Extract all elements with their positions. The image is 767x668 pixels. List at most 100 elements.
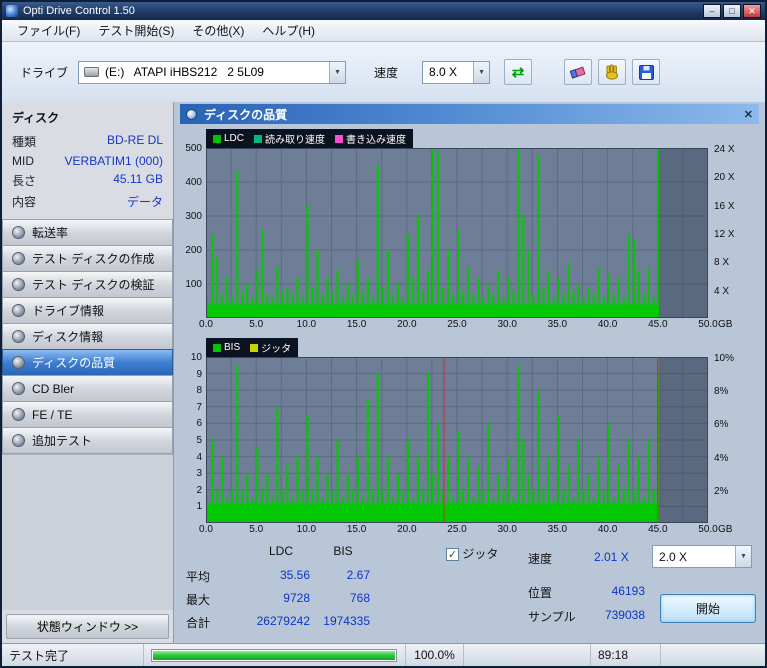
position-label: 位置	[528, 584, 552, 601]
axis-tick-label: 15.0	[342, 524, 372, 535]
panel-close-icon[interactable]: ✕	[744, 108, 753, 121]
axis-tick-label: 500	[185, 143, 202, 154]
disc-length-label: 長さ	[12, 172, 36, 189]
max-bis-value: 768	[316, 591, 370, 605]
jitter-swatch	[250, 344, 258, 352]
start-button[interactable]: 開始	[660, 594, 756, 623]
speed-label: 速度	[374, 64, 398, 81]
total-bis-value: 1974335	[314, 614, 370, 628]
drive-icon	[84, 67, 99, 77]
axis-tick-label: 8%	[714, 386, 728, 397]
axis-tick-label: 20 X	[714, 172, 735, 183]
chevron-down-icon[interactable]: ▼	[735, 546, 751, 567]
sidebar-item-fe-te[interactable]: FE / TE	[2, 401, 173, 428]
sidebar-item-verify-test-disc[interactable]: テスト ディスクの検証	[2, 271, 173, 298]
sidebar: ディスク 種類 BD-RE DL MID VERBATIM1 (000) 長さ …	[2, 102, 174, 643]
hand-icon	[604, 64, 620, 80]
disc-icon	[12, 226, 25, 239]
avg-ldc-value: 35.56	[252, 568, 310, 582]
progress-section	[144, 644, 406, 666]
disc-icon	[12, 278, 25, 291]
disc-content-value: データ	[127, 193, 163, 210]
axis-tick-label: 45.0	[643, 319, 673, 330]
sample-value: 739038	[565, 608, 645, 622]
axis-tick-label: 5	[196, 435, 202, 446]
axis-tick-label: 20.0	[392, 524, 422, 535]
axis-tick-label: 400	[185, 177, 202, 188]
test-speed-value: 2.01 X	[594, 550, 629, 564]
status-bar: テスト完了 100.0% 89:18	[2, 643, 765, 666]
axis-tick-label: 4 X	[714, 286, 729, 297]
main-panel: ディスクの品質 ✕ LDC 読み取り速度 書き込み速度 500400300200…	[174, 102, 765, 643]
chevron-down-icon[interactable]: ▼	[473, 62, 489, 83]
axis-tick-label: 0.0	[191, 524, 221, 535]
refresh-icon: ⇄	[512, 63, 525, 81]
axis-tick-label: 45.0	[643, 524, 673, 535]
progress-bar	[151, 649, 397, 662]
save-button[interactable]	[632, 59, 660, 85]
axis-tick-label: 30.0	[492, 319, 522, 330]
sidebar-item-transfer-rate[interactable]: 転送率	[2, 219, 173, 246]
max-ldc-value: 9728	[252, 591, 310, 605]
speed-select-value: 8.0 X	[423, 65, 473, 79]
test-speed-select[interactable]: 2.0 X ▼	[652, 545, 752, 568]
disc-content-label: 内容	[12, 193, 36, 210]
chevron-down-icon[interactable]: ▼	[329, 62, 345, 83]
test-speed-select-value: 2.0 X	[653, 550, 735, 564]
axis-unit-label: GB	[718, 524, 742, 535]
read-speed-swatch	[254, 135, 262, 143]
menu-help[interactable]: ヘルプ(H)	[253, 20, 324, 41]
sidebar-item-disc-quality[interactable]: ディスクの品質	[2, 349, 173, 376]
axis-tick-label: 3	[196, 468, 202, 479]
drive-select-value: (E:) ATAPI iHBS212 2 5L09	[99, 65, 329, 79]
axis-tick-label: 2%	[714, 486, 728, 497]
disc-icon	[12, 304, 25, 317]
close-button[interactable]: ✕	[743, 4, 761, 18]
disc-length-value: 45.11 GB	[113, 172, 163, 189]
refresh-button[interactable]: ⇄	[504, 59, 532, 85]
axis-tick-label: 10%	[714, 353, 734, 364]
avg-bis-value: 2.67	[316, 568, 370, 582]
jitter-checkbox[interactable]: ✓	[446, 548, 459, 561]
axis-tick-label: 8 X	[714, 257, 729, 268]
disc-mid-label: MID	[12, 154, 34, 168]
axis-tick-label: 24 X	[714, 144, 735, 155]
window-title: Opti Drive Control 1.50	[23, 5, 135, 17]
bis-chart: BIS ジッタ 10987654321 10%8%6%4%2% 0.05.010…	[180, 338, 759, 538]
erase-button[interactable]	[564, 59, 592, 85]
axis-tick-label: 0.0	[191, 319, 221, 330]
status-window-button[interactable]: 状態ウィンドウ >>	[6, 614, 169, 639]
save-icon	[639, 65, 654, 80]
minimize-button[interactable]: –	[703, 4, 721, 18]
axis-tick-label: 8	[196, 385, 202, 396]
sidebar-filler	[2, 454, 173, 610]
axis-tick-label: 15.0	[342, 319, 372, 330]
disc-icon	[12, 356, 25, 369]
sidebar-item-extra-tests[interactable]: 追加テスト	[2, 427, 173, 454]
test-speed-label: 速度	[528, 550, 552, 567]
bis-left-axis: 10987654321	[180, 357, 204, 523]
bis-x-axis: 0.05.010.015.020.025.030.035.040.045.050…	[206, 523, 765, 538]
axis-tick-label: 10.0	[291, 319, 321, 330]
speed-select[interactable]: 8.0 X ▼	[422, 61, 490, 84]
sidebar-item-drive-info[interactable]: ドライブ情報	[2, 297, 173, 324]
sidebar-item-cd-bler[interactable]: CD Bler	[2, 375, 173, 402]
disc-type-value: BD-RE DL	[107, 133, 163, 150]
status-text: テスト完了	[2, 644, 144, 666]
drive-select[interactable]: (E:) ATAPI iHBS212 2 5L09 ▼	[78, 61, 346, 84]
write-speed-swatch	[335, 135, 343, 143]
menu-file[interactable]: ファイル(F)	[8, 20, 89, 41]
sidebar-item-disc-info[interactable]: ディスク情報	[2, 323, 173, 350]
total-label: 合計	[186, 614, 210, 631]
axis-tick-label: 1	[196, 501, 202, 512]
sidebar-item-create-test-disc[interactable]: テスト ディスクの作成	[2, 245, 173, 272]
maximize-button[interactable]: □	[723, 4, 741, 18]
bis-plot	[206, 357, 708, 523]
app-window: Opti Drive Control 1.50 – □ ✕ ファイル(F) テス…	[0, 0, 767, 668]
title-bar: Opti Drive Control 1.50 – □ ✕	[2, 2, 765, 20]
menu-other[interactable]: その他(X)	[183, 20, 253, 41]
eject-button[interactable]	[598, 59, 626, 85]
menu-start-test[interactable]: テスト開始(S)	[89, 20, 183, 41]
axis-tick-label: 2	[196, 485, 202, 496]
axis-tick-label: 5.0	[241, 524, 271, 535]
